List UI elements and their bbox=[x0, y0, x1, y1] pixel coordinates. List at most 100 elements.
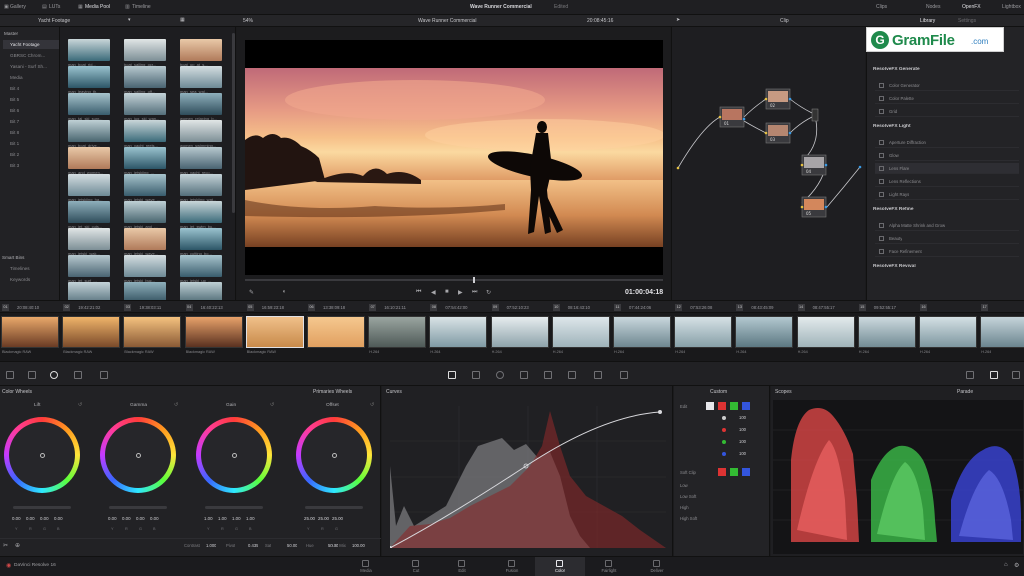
clip-thumbnail[interactable] bbox=[124, 39, 166, 61]
wheel-value[interactable]: 25.00 bbox=[304, 516, 315, 521]
clip-thumbnail[interactable] bbox=[180, 120, 222, 142]
timeline-clip[interactable] bbox=[245, 316, 304, 348]
scope-mode-select[interactable]: Parade bbox=[957, 389, 973, 395]
fx-item[interactable]: Lens Flare bbox=[875, 163, 1019, 174]
wheel-value[interactable]: 0.00 bbox=[26, 516, 35, 521]
color-wheel[interactable] bbox=[4, 417, 80, 493]
fx-item[interactable]: Aperture Diffraction bbox=[875, 137, 1019, 148]
blur-icon[interactable] bbox=[568, 371, 576, 379]
clip-thumbnail[interactable] bbox=[124, 255, 166, 277]
sidebar-item[interactable]: Bit 7 bbox=[10, 119, 19, 124]
color-match-icon[interactable] bbox=[28, 371, 36, 379]
clip-thumbnail[interactable] bbox=[180, 174, 222, 196]
clip-thumbnail[interactable] bbox=[68, 39, 110, 61]
timeline-clip[interactable] bbox=[429, 316, 488, 348]
wheel-value[interactable]: 0.00 bbox=[136, 516, 145, 521]
master-wheel-slider[interactable] bbox=[13, 506, 71, 509]
sidebar-item[interactable]: Yasani - Surf Sh... bbox=[10, 64, 47, 69]
node-mode-select[interactable]: Clip bbox=[780, 18, 789, 24]
adjust-value[interactable]: 100.00 bbox=[352, 543, 365, 548]
timeline-clip[interactable] bbox=[62, 316, 121, 348]
magic-mask-icon[interactable] bbox=[544, 371, 552, 379]
wheel-value[interactable]: 0.00 bbox=[108, 516, 117, 521]
tracker-icon[interactable] bbox=[520, 371, 528, 379]
qualifier-icon[interactable] bbox=[472, 371, 480, 379]
clip-thumbnail[interactable] bbox=[180, 93, 222, 115]
page-tab-edit[interactable]: Edit bbox=[442, 568, 482, 573]
page-icon[interactable] bbox=[556, 560, 563, 567]
intensity-g[interactable]: 100 bbox=[726, 439, 746, 444]
fx-item[interactable]: Beauty bbox=[875, 233, 1019, 244]
timeline-clip[interactable] bbox=[1, 316, 59, 348]
wheel-center-handle[interactable] bbox=[40, 453, 45, 458]
color-wheel[interactable] bbox=[100, 417, 176, 493]
timeline-clip[interactable] bbox=[490, 316, 549, 348]
tab-luts[interactable]: LUTs bbox=[49, 4, 60, 10]
timeline-clip[interactable] bbox=[919, 316, 977, 348]
sizing-icon[interactable] bbox=[620, 371, 628, 379]
curves-tool-icon[interactable] bbox=[448, 371, 456, 379]
clip-thumbnail[interactable] bbox=[180, 66, 222, 88]
sidebar-item[interactable]: Yacht Footage bbox=[10, 42, 40, 47]
clip-thumbnail[interactable] bbox=[124, 201, 166, 223]
wheel-value[interactable]: 0.00 bbox=[12, 516, 21, 521]
list-view-icon[interactable]: ▾ bbox=[128, 17, 131, 23]
node[interactable]: 05 bbox=[801, 196, 827, 218]
clip-thumbnail[interactable] bbox=[180, 228, 222, 250]
loop-icon[interactable]: ↻ bbox=[486, 289, 491, 296]
node[interactable]: 01 bbox=[719, 106, 745, 128]
viewer-zoom[interactable]: 54% bbox=[243, 18, 253, 24]
clip-thumbnail[interactable] bbox=[68, 201, 110, 223]
clip-thumbnail[interactable] bbox=[124, 93, 166, 115]
sidebar-item[interactable]: GBRSC Chrom... bbox=[10, 53, 45, 58]
wheel-value[interactable]: 1.00 bbox=[204, 516, 213, 521]
wheel-reset-icon[interactable]: ↺ bbox=[78, 402, 82, 408]
node[interactable]: 02 bbox=[765, 88, 791, 110]
curves-graph[interactable] bbox=[390, 406, 666, 548]
top-lightbox-button[interactable]: Lightbox bbox=[1002, 4, 1021, 10]
home-icon[interactable]: ⌂ bbox=[1004, 562, 1008, 568]
sidebar-item[interactable]: Bit 1 bbox=[10, 141, 19, 146]
wheel-value[interactable]: 25.00 bbox=[332, 516, 343, 521]
fx-item[interactable]: Alpha Matte Shrink and Grow bbox=[875, 220, 1019, 231]
clip-thumbnail[interactable] bbox=[68, 174, 110, 196]
viewer-playhead[interactable] bbox=[473, 277, 475, 283]
fx-item[interactable]: Glow bbox=[875, 150, 1019, 161]
camera-raw-icon[interactable] bbox=[6, 371, 14, 379]
clip-thumbnail[interactable] bbox=[180, 147, 222, 169]
clip-thumbnail[interactable] bbox=[180, 255, 222, 277]
clip-thumbnail[interactable] bbox=[124, 147, 166, 169]
timeline-clip[interactable] bbox=[613, 316, 671, 348]
tab-settings[interactable]: Settings bbox=[958, 18, 976, 24]
primaries-wheels-mode[interactable]: Primaries Wheels bbox=[313, 389, 352, 395]
page-tab-fairlight[interactable]: Fairlight bbox=[589, 568, 629, 573]
auto-balance-icon[interactable]: ✂ bbox=[3, 542, 8, 549]
sidebar-item[interactable]: Bit 3 bbox=[10, 163, 19, 168]
soft-r-button[interactable] bbox=[718, 468, 726, 476]
wheel-value[interactable]: 1.00 bbox=[232, 516, 241, 521]
wheel-reset-icon[interactable]: ↺ bbox=[174, 402, 178, 408]
clip-thumbnail[interactable] bbox=[68, 228, 110, 250]
clip-thumbnail[interactable] bbox=[124, 120, 166, 142]
grid-view-icon[interactable]: ▦ bbox=[180, 17, 185, 23]
mixer-node[interactable] bbox=[811, 108, 819, 122]
node[interactable]: 03 bbox=[765, 122, 791, 144]
pointer-icon[interactable]: ➤ bbox=[676, 17, 680, 23]
adjust-value[interactable]: 1.000 bbox=[206, 543, 216, 548]
tab-gallery[interactable]: Gallery bbox=[10, 4, 26, 10]
page-icon[interactable] bbox=[653, 560, 660, 567]
timeline-clip[interactable] bbox=[184, 316, 243, 348]
viewer-scrubber[interactable] bbox=[245, 279, 663, 281]
timeline-clip[interactable] bbox=[368, 316, 427, 348]
top-nodes-button[interactable]: Nodes bbox=[926, 4, 940, 10]
wheel-value[interactable]: 0.00 bbox=[150, 516, 159, 521]
skip-back-icon[interactable]: ⏮ bbox=[416, 289, 421, 296]
luts-icon[interactable]: ▤ bbox=[42, 4, 47, 10]
page-icon[interactable] bbox=[508, 560, 515, 567]
channel-b-button[interactable] bbox=[742, 402, 750, 410]
wheel-value[interactable]: 0.00 bbox=[122, 516, 131, 521]
color-wheels-icon[interactable] bbox=[50, 371, 58, 379]
timeline-clip[interactable] bbox=[796, 316, 855, 348]
color-wheel[interactable] bbox=[296, 417, 372, 493]
wheel-value[interactable]: 25.00 bbox=[318, 516, 329, 521]
